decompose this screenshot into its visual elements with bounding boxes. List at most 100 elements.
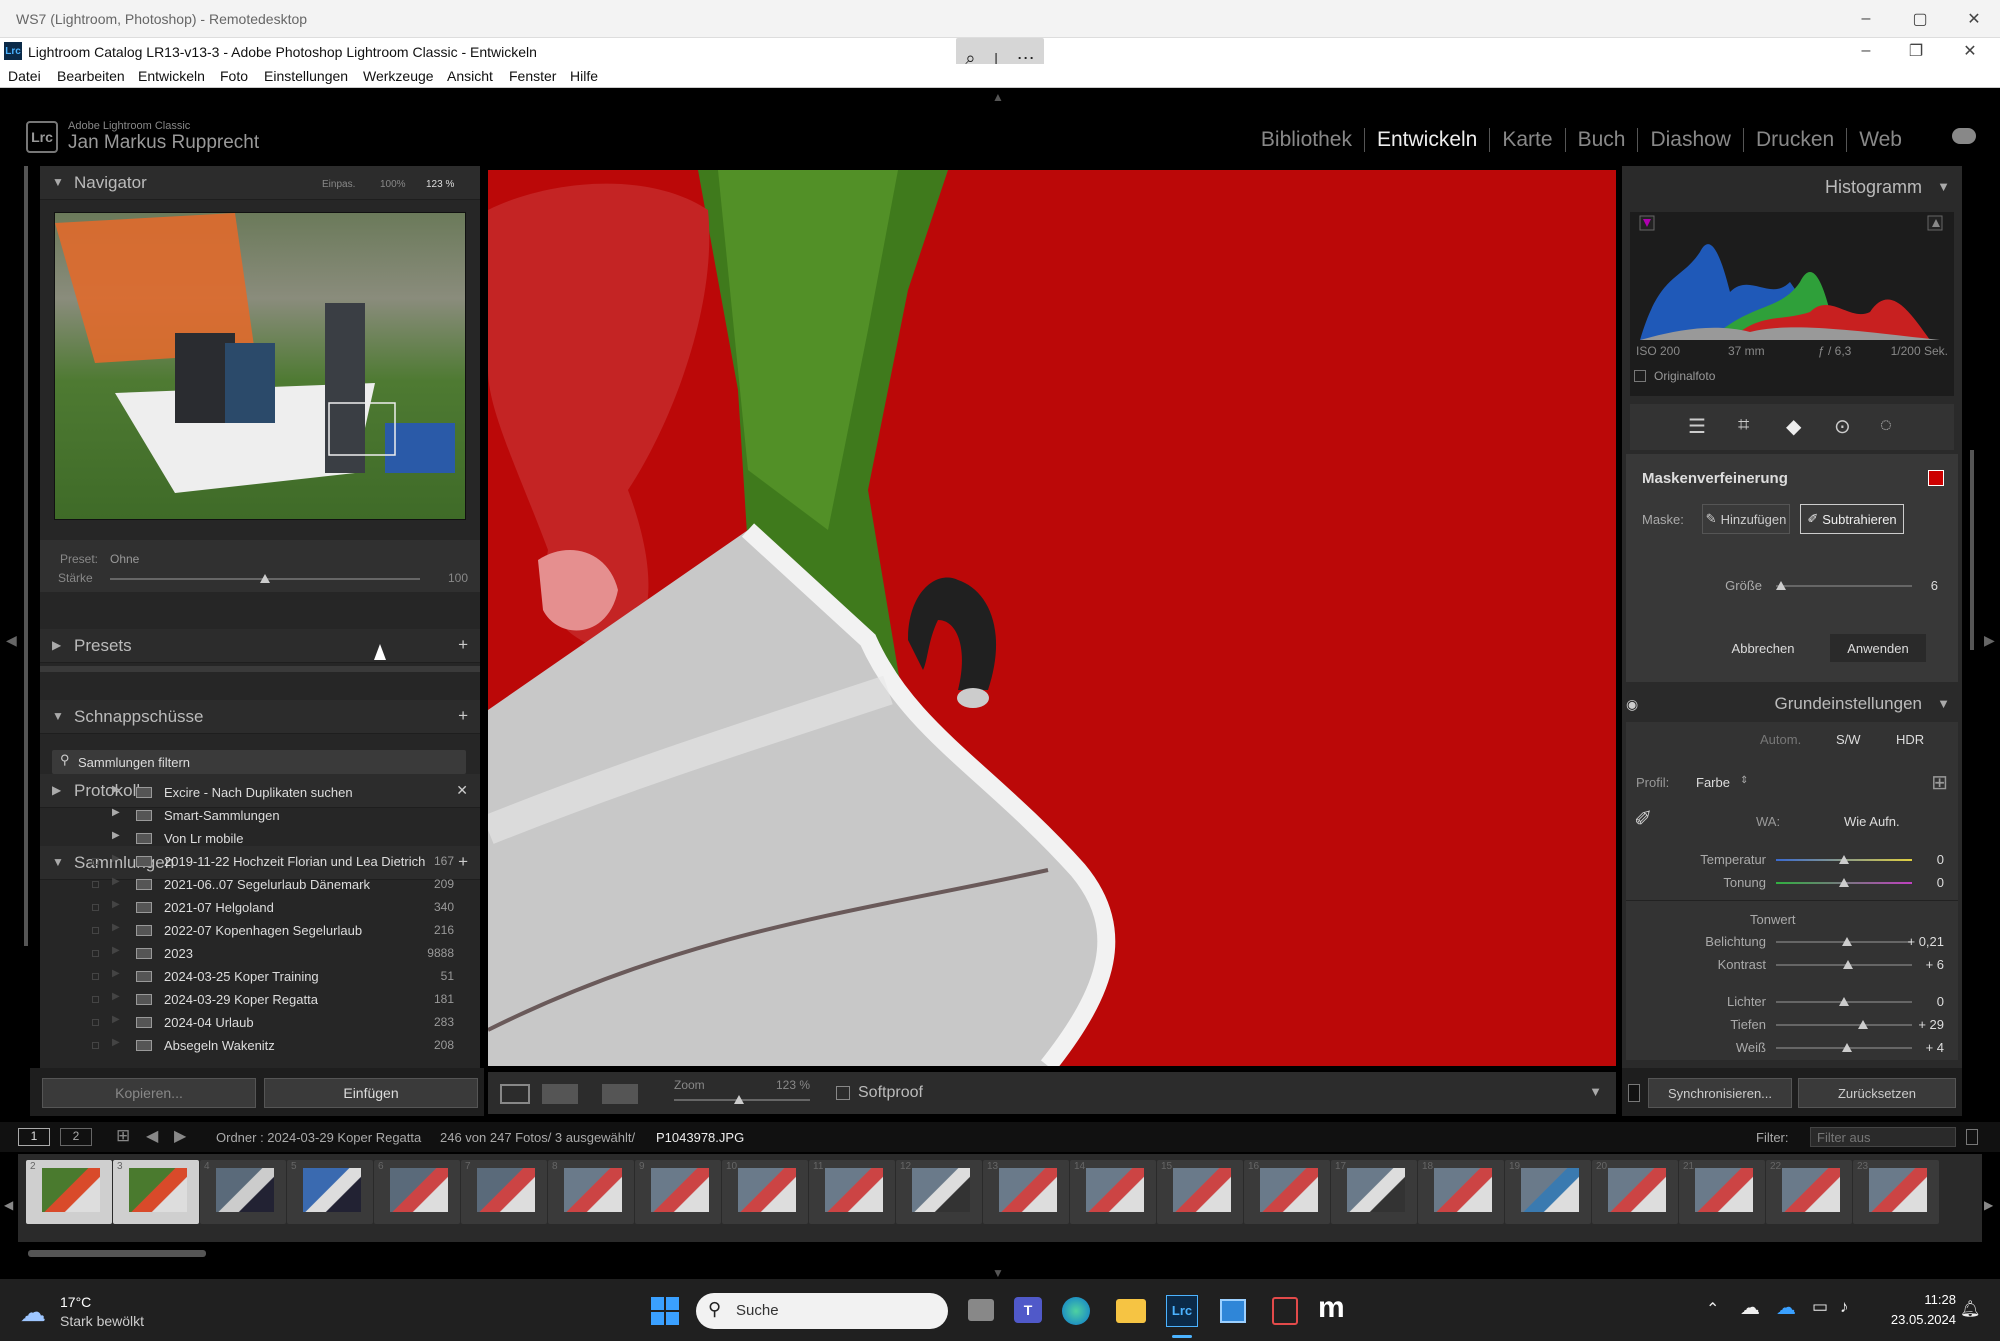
whites-slider[interactable] <box>1776 1043 1912 1052</box>
add-snapshot-icon[interactable]: + <box>458 706 468 726</box>
rd-minimize-button[interactable]: – <box>1838 0 1894 38</box>
nav-fit[interactable]: Einpas. <box>322 179 355 190</box>
navigator-header[interactable]: ▼ Navigator Einpas. 100% 123 % <box>40 166 480 200</box>
zoom-thumb[interactable] <box>734 1095 744 1104</box>
edge-browser-icon[interactable] <box>1062 1297 1090 1325</box>
shadows-thumb[interactable] <box>1858 1020 1868 1029</box>
filmstrip-scroll-left-icon[interactable]: ◀ <box>4 1198 13 1212</box>
network-icon[interactable]: ▭ <box>1812 1297 1828 1317</box>
volume-icon[interactable]: ♪ <box>1840 1297 1849 1317</box>
sync-button[interactable]: Synchronisieren... <box>1648 1078 1792 1108</box>
visibility-eye-icon[interactable]: ◉ <box>1626 696 1638 713</box>
module-web[interactable]: Web <box>1847 128 1914 152</box>
rd-maximize-button[interactable]: ▢ <box>1892 0 1948 38</box>
auto-button[interactable]: Autom. <box>1760 732 1801 747</box>
file-name[interactable]: P1043978.JPG <box>656 1130 744 1145</box>
file-explorer-icon[interactable] <box>1116 1299 1146 1323</box>
mask-apply-button[interactable]: Anwenden <box>1830 634 1926 662</box>
main-image-view[interactable] <box>488 170 1616 1066</box>
secondary-window-button[interactable]: 2 <box>60 1128 92 1146</box>
left-collapse-icon[interactable]: ◀ <box>6 632 17 649</box>
filmstrip-scrollbar[interactable] <box>28 1250 206 1257</box>
before-after-split-icon[interactable] <box>602 1084 638 1104</box>
module-karte[interactable]: Karte <box>1490 128 1566 152</box>
collection-item[interactable]: ▶ 2024-04 Urlaub 283 <box>40 1011 480 1034</box>
temperature-slider[interactable] <box>1776 855 1912 864</box>
windows-start-icon[interactable] <box>651 1297 679 1325</box>
filmstrip-thumbnail[interactable]: 9 <box>635 1160 721 1224</box>
collection-item[interactable]: ▶ 2024-03-29 Koper Regatta 181 <box>40 988 480 1011</box>
collection-item[interactable]: ▶ 2022-07 Kopenhagen Segelurlaub 216 <box>40 919 480 942</box>
whites-thumb[interactable] <box>1842 1043 1852 1052</box>
filmstrip-thumbnail[interactable]: 6 <box>374 1160 460 1224</box>
menu-werkzeuge[interactable]: Werkzeuge <box>363 68 434 84</box>
shadows-slider[interactable] <box>1776 1020 1912 1029</box>
strength-thumb[interactable] <box>260 574 270 583</box>
temperature-value[interactable]: 0 <box>1937 852 1944 867</box>
contrast-slider[interactable] <box>1776 960 1912 969</box>
collection-item[interactable]: ▶ 2021-07 Helgoland 340 <box>40 896 480 919</box>
main-window-button[interactable]: 1 <box>18 1128 50 1146</box>
snapshots-header[interactable]: ▼ Schnappschüsse + <box>40 700 480 734</box>
forward-arrow-icon[interactable]: ▶ <box>174 1126 186 1146</box>
restore-button[interactable]: ❐ <box>1888 38 1944 64</box>
strength-slider[interactable] <box>110 574 420 583</box>
filmstrip-thumbnail[interactable]: 3 <box>113 1160 199 1224</box>
menu-ansicht[interactable]: Ansicht <box>447 68 493 84</box>
right-collapse-icon[interactable]: ▶ <box>1984 632 1995 649</box>
chevron-up-icon[interactable]: ⌃ <box>1706 1299 1719 1319</box>
notification-bell-icon[interactable]: 🔔︎ <box>1960 1299 1980 1319</box>
before-after-icon[interactable] <box>542 1084 578 1104</box>
nav-zoom[interactable]: 123 % <box>426 179 454 190</box>
preset-value[interactable]: Ohne <box>110 552 139 566</box>
filmstrip-thumbnail[interactable]: 21 <box>1679 1160 1765 1224</box>
whites-value[interactable]: + 4 <box>1926 1040 1944 1055</box>
tint-value[interactable]: 0 <box>1937 875 1944 890</box>
app-m-icon[interactable]: m <box>1318 1291 1345 1325</box>
collection-item[interactable]: ▶ Absegeln Wakenitz 208 <box>40 1034 480 1057</box>
mask-color-swatch[interactable] <box>1928 470 1944 486</box>
reset-button[interactable]: Zurücksetzen <box>1798 1078 1956 1108</box>
loupe-view-icon[interactable] <box>500 1084 530 1104</box>
weather-text[interactable]: Stark bewölkt <box>60 1313 144 1329</box>
contrast-value[interactable]: + 6 <box>1926 957 1944 972</box>
menu-bearbeiten[interactable]: Bearbeiten <box>57 68 125 84</box>
bw-button[interactable]: S/W <box>1836 732 1861 747</box>
filmstrip-thumbnail[interactable]: 22 <box>1766 1160 1852 1224</box>
menu-einstellungen[interactable]: Einstellungen <box>264 68 348 84</box>
sync-toggle-switch[interactable] <box>1628 1084 1640 1102</box>
filmstrip-thumbnail[interactable]: 12 <box>896 1160 982 1224</box>
filmstrip-thumbnail[interactable]: 5 <box>287 1160 373 1224</box>
profile-dropdown[interactable]: Farbe <box>1696 775 1730 790</box>
navigator-preview[interactable] <box>54 212 466 520</box>
paste-button[interactable]: Einfügen <box>264 1078 478 1108</box>
collapse-bottom-icon[interactable]: ▼ <box>992 1266 1004 1280</box>
highlights-thumb[interactable] <box>1839 997 1849 1006</box>
filter-lock-icon[interactable] <box>1966 1129 1978 1145</box>
filmstrip-thumbnail[interactable]: 23 <box>1853 1160 1939 1224</box>
back-arrow-icon[interactable]: ◀ <box>146 1126 158 1146</box>
filmstrip-scroll-right-icon[interactable]: ▶ <box>1984 1198 1993 1212</box>
onedrive-business-icon[interactable]: ☁ <box>1776 1295 1796 1320</box>
softproof-checkbox[interactable] <box>836 1086 850 1100</box>
filmstrip-thumbnail[interactable]: 2 <box>26 1160 112 1224</box>
histogram-header[interactable]: Histogramm ▼ <box>1622 170 1962 204</box>
teams-icon[interactable]: T <box>1014 1297 1042 1323</box>
masking-icon[interactable]: ◌ <box>1880 414 1892 437</box>
nav-100[interactable]: 100% <box>380 179 406 190</box>
taskbar-search-input[interactable]: ⚲ Suche <box>696 1293 948 1329</box>
red-eye-icon[interactable]: ⊙ <box>1834 414 1851 439</box>
filmstrip-thumbnail[interactable]: 15 <box>1157 1160 1243 1224</box>
exposure-slider[interactable] <box>1776 937 1912 946</box>
menu-entwickeln[interactable]: Entwickeln <box>138 68 205 84</box>
right-scrollbar[interactable] <box>1970 450 1974 650</box>
profile-browser-icon[interactable]: ⊞ <box>1931 770 1948 795</box>
filmstrip-thumbnail[interactable]: 14 <box>1070 1160 1156 1224</box>
module-buch[interactable]: Buch <box>1566 128 1639 152</box>
mask-cancel-button[interactable]: Abbrechen <box>1718 634 1808 662</box>
histogram[interactable]: ISO 200 37 mm ƒ / 6,3 1/200 Sek. Origina… <box>1630 212 1954 396</box>
wb-dropdown[interactable]: Wie Aufn. <box>1844 814 1900 829</box>
clock-time[interactable]: 11:28 <box>1876 1292 1956 1307</box>
module-entwickeln[interactable]: Entwickeln <box>1365 128 1491 152</box>
exposure-thumb[interactable] <box>1842 937 1852 946</box>
